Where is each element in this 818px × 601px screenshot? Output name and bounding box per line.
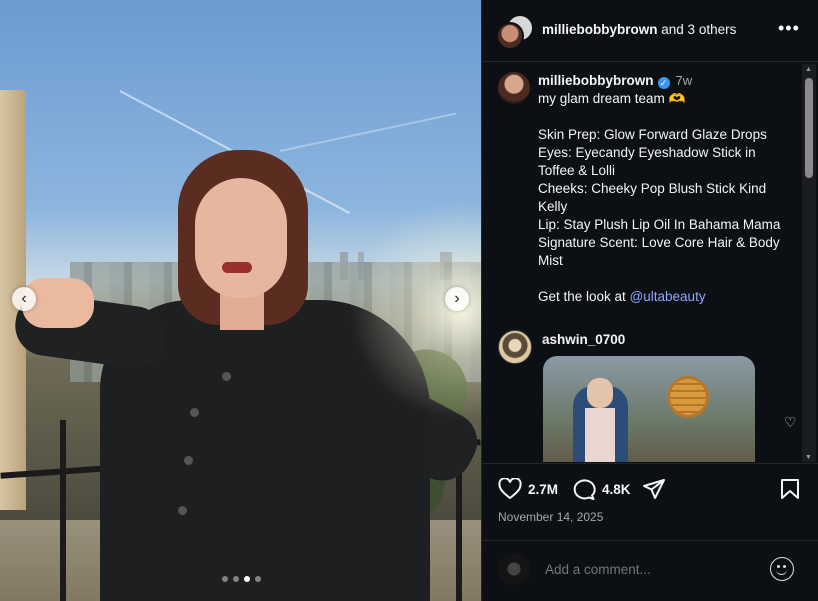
like-button[interactable]: 2.7M: [498, 478, 558, 500]
save-button[interactable]: [780, 478, 806, 500]
header-username[interactable]: milliebobbybrown: [542, 22, 658, 37]
mention-link[interactable]: @ultabeauty: [630, 289, 706, 304]
jacket-button: [178, 506, 187, 515]
caption-line: Cheeks: Cheeky Pop Blush Stick Kind: [538, 181, 767, 196]
jacket-button: [184, 456, 193, 465]
bookmark-icon: [781, 479, 799, 499]
divider: [482, 463, 818, 464]
post-photo[interactable]: ‹ ›: [0, 0, 481, 601]
like-count[interactable]: 2.7M: [528, 482, 558, 497]
caption-line: Signature Scent: Love Core Hair & Body: [538, 235, 780, 250]
heart-icon: [498, 478, 522, 500]
post-actions: 2.7M 4.8K: [498, 478, 802, 504]
header-title[interactable]: milliebobbybrown and 3 others: [542, 22, 736, 37]
carousel-dots: [222, 576, 261, 582]
carousel-dot-active: [244, 576, 250, 582]
caption-time[interactable]: 7w: [676, 73, 693, 88]
caption-line: my glam dream team 🫶: [538, 91, 686, 106]
scrollbar[interactable]: ▲ ▼: [802, 64, 816, 462]
scroll-up-icon[interactable]: ▲: [805, 66, 812, 73]
comments-scroll[interactable]: milliebobbybrown ✓ 7w my glam dream team 🫶…: [482, 62, 818, 462]
image-figure: [587, 378, 613, 408]
caption-body: milliebobbybrown ✓ 7w my glam dream team 🫶…: [538, 72, 788, 306]
contrail: [279, 112, 457, 152]
scroll-down-icon[interactable]: ▼: [805, 454, 812, 461]
comment-image[interactable]: [543, 356, 755, 462]
caption-username[interactable]: milliebobbybrown: [538, 73, 654, 88]
scrollbar-thumb[interactable]: [805, 78, 813, 178]
share-button[interactable]: [642, 478, 672, 500]
comment-count: 4.8K: [602, 481, 631, 497]
comment-input[interactable]: [543, 561, 747, 578]
image-figure: [585, 408, 615, 462]
jacket-button: [190, 408, 199, 417]
waffle-sticker: [667, 376, 709, 418]
caption-line: Mist: [538, 253, 563, 268]
chevron-left-icon[interactable]: ‹: [12, 287, 36, 311]
divider: [482, 540, 818, 541]
avatar: [496, 22, 524, 50]
collab-avatars[interactable]: [496, 14, 534, 50]
caption-line: Lip: Stay Plush Lip Oil In Bahama Mama: [538, 217, 781, 232]
verified-icon: ✓: [657, 77, 670, 89]
caption-line: Skin Prep: Glow Forward Glaze Drops: [538, 127, 767, 142]
comment-avatar[interactable]: [498, 330, 532, 364]
comment-icon: [573, 479, 596, 500]
post-panel: milliebobbybrown and 3 others ••• millie…: [481, 0, 818, 601]
caption-line: Toffee & Lolli: [538, 163, 616, 178]
comment-button[interactable]: 4.8K: [572, 478, 631, 500]
carousel-dot: [233, 576, 239, 582]
caption-avatar[interactable]: [498, 72, 530, 104]
caption-cta: Get the look at @ultabeauty: [538, 288, 788, 306]
send-icon: [643, 479, 665, 499]
comment-like-heart-icon[interactable]: ♡: [784, 414, 797, 431]
post-viewer: ‹ › milliebobbybrown and 3 others ••• mi…: [0, 0, 818, 601]
carousel-dot: [222, 576, 228, 582]
cta-text: Get the look at: [538, 289, 630, 304]
header-others[interactable]: and 3 others: [661, 22, 736, 37]
emoji-icon[interactable]: [770, 557, 794, 581]
add-comment-bar: [482, 548, 818, 592]
person-face: [195, 178, 287, 298]
jacket-button: [222, 372, 231, 381]
more-options-icon[interactable]: •••: [778, 18, 800, 39]
carousel-dot: [255, 576, 261, 582]
caption-line: Kelly: [538, 199, 568, 214]
chevron-right-icon[interactable]: ›: [445, 287, 469, 311]
caption-line: Eyes: Eyecandy Eyeshadow Stick in: [538, 145, 756, 160]
current-user-avatar: [498, 553, 530, 585]
post-date[interactable]: November 14, 2025: [498, 510, 603, 524]
comment-username[interactable]: ashwin_0700: [542, 332, 625, 347]
post-header: milliebobbybrown and 3 others •••: [482, 0, 818, 62]
person-lips: [222, 262, 252, 273]
